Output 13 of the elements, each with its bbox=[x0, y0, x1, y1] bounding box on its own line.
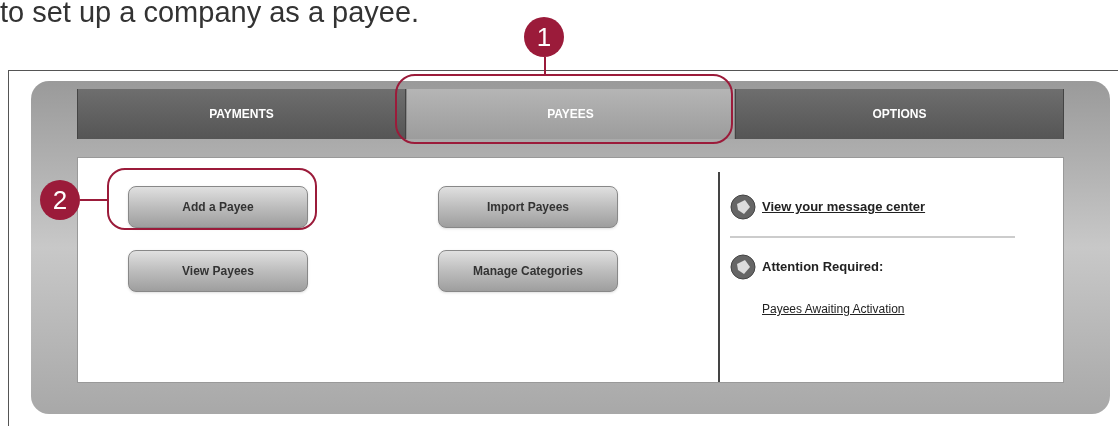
intro-text: to set up a company as a payee. bbox=[0, 0, 420, 30]
tab[interactable]: OPTIONS bbox=[735, 89, 1064, 139]
tab[interactable]: PAYMENTS bbox=[77, 89, 406, 139]
leader-line bbox=[544, 57, 546, 74]
message-center-link[interactable]: View your message center bbox=[762, 197, 926, 217]
callout-number: 1 bbox=[524, 17, 564, 57]
action-button[interactable]: Add a Payee bbox=[128, 186, 308, 228]
leader-line bbox=[80, 199, 107, 201]
action-button[interactable]: Manage Categories bbox=[438, 250, 618, 292]
payees-awaiting-link[interactable]: Payees Awaiting Activation bbox=[762, 300, 1020, 318]
action-button[interactable]: Import Payees bbox=[438, 186, 618, 228]
action-button[interactable]: View Payees bbox=[128, 250, 308, 292]
attention-label: Attention Required: bbox=[762, 258, 884, 277]
